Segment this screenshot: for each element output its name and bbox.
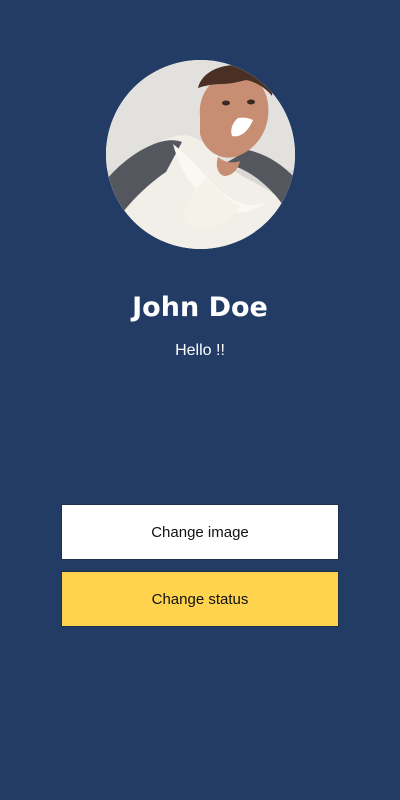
change-status-button[interactable]: Change status: [61, 571, 339, 627]
profile-name: John Doe: [132, 292, 268, 323]
profile-avatar: [106, 60, 295, 249]
profile-status: Hello !!: [175, 342, 225, 359]
change-image-button[interactable]: Change image: [61, 504, 339, 560]
profile-screen: John Doe Hello !! Change image Change st…: [0, 0, 400, 800]
profile-photo-image: [106, 60, 295, 249]
